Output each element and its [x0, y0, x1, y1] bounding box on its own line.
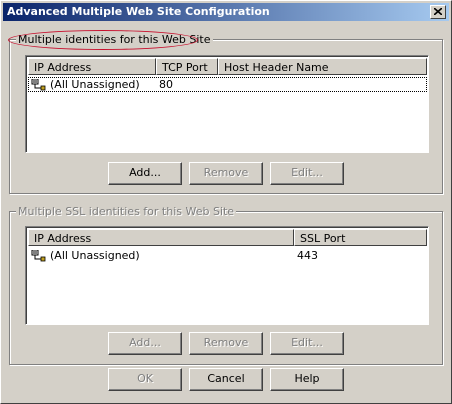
ip-address-cell: (All Unassigned): [50, 78, 140, 91]
dialog-window: Advanced Multiple Web Site Configuration…: [0, 0, 452, 404]
ssl-list-header: IP Address SSL Port: [28, 229, 427, 246]
help-button[interactable]: Help: [270, 368, 344, 391]
table-row[interactable]: (All Unassigned) 80: [28, 77, 427, 92]
ssl-add-button[interactable]: Add...: [108, 332, 182, 355]
ssl-remove-button[interactable]: Remove: [189, 332, 263, 355]
tcp-port-cell: 80: [159, 78, 173, 91]
title-bar[interactable]: Advanced Multiple Web Site Configuration: [3, 3, 449, 21]
identities-list-header: IP Address TCP Port Host Header Name: [28, 58, 427, 75]
ssl-edit-button[interactable]: Edit...: [270, 332, 344, 355]
column-header-tcp-port[interactable]: TCP Port: [156, 58, 218, 75]
column-header-host-header-name[interactable]: Host Header Name: [218, 58, 427, 75]
column-header-ssl-port[interactable]: SSL Port: [294, 229, 427, 246]
identities-list[interactable]: IP Address TCP Port Host Header Name (Al…: [25, 55, 429, 153]
close-icon: [434, 8, 442, 15]
identities-edit-button[interactable]: Edit...: [270, 162, 344, 185]
column-header-ip-address[interactable]: IP Address: [28, 58, 156, 75]
red-annotation-ellipse: [8, 30, 198, 50]
window-title: Advanced Multiple Web Site Configuration: [7, 5, 270, 18]
table-row[interactable]: (All Unassigned) 443: [28, 248, 427, 263]
identities-add-button[interactable]: Add...: [108, 162, 182, 185]
ssl-group-label: Multiple SSL identities for this Web Sit…: [16, 205, 237, 218]
close-button[interactable]: [430, 5, 446, 19]
ssl-identities-list[interactable]: IP Address SSL Port (All Unassigned) 443: [25, 226, 429, 325]
ok-button[interactable]: OK: [108, 368, 182, 391]
cancel-button[interactable]: Cancel: [189, 368, 263, 391]
column-header-ip-address[interactable]: IP Address: [28, 229, 294, 246]
network-icon: [31, 249, 46, 261]
identities-remove-button[interactable]: Remove: [189, 162, 263, 185]
ssl-port-cell: 443: [297, 249, 318, 262]
ip-address-cell: (All Unassigned): [50, 249, 140, 262]
network-icon: [31, 78, 46, 90]
